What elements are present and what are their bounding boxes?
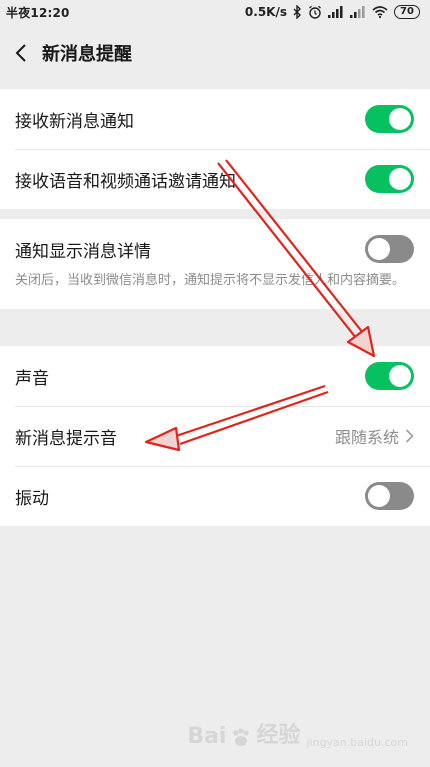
battery-indicator: 70 — [394, 5, 420, 19]
status-time: 半夜12:20 — [6, 5, 70, 20]
status-icons: 0.5K/s 70 — [245, 5, 420, 19]
show-details-toggle[interactable] — [365, 235, 414, 263]
receive-call-invite-label: 接收语音和视频通话邀请通知 — [15, 171, 236, 192]
receive-new-message-toggle[interactable] — [365, 105, 414, 133]
sound-toggle[interactable] — [365, 362, 414, 390]
receive-new-message-row: 接收新消息通知 — [0, 89, 430, 149]
receive-call-invite-toggle[interactable] — [365, 165, 414, 193]
watermark-brand: Bai — [187, 724, 227, 749]
message-tone-right: 跟随系统 — [335, 424, 414, 448]
toggle-knob — [389, 365, 411, 387]
toggle-knob — [368, 238, 390, 260]
page-title: 新消息提醒 — [42, 44, 132, 65]
wifi-icon — [372, 6, 388, 18]
watermark-brand-cn: 经验 — [256, 723, 301, 748]
back-button[interactable] — [2, 24, 40, 82]
sound-row: 声音 — [0, 346, 430, 406]
title-bar: 新消息提醒 — [0, 24, 430, 82]
paw-icon — [233, 728, 250, 746]
receive-call-invite-row: 接收语音和视频通话邀请通知 — [0, 149, 430, 209]
vibrate-toggle[interactable] — [365, 482, 414, 510]
show-details-row: 通知显示消息详情 — [0, 219, 430, 279]
toggle-knob — [389, 108, 411, 130]
sound-label: 声音 — [15, 368, 49, 389]
toggle-knob — [389, 168, 411, 190]
sound-group: 声音 新消息提示音 跟随系统 振动 — [0, 346, 430, 526]
message-tone-row[interactable]: 新消息提示音 跟随系统 — [0, 406, 430, 466]
chevron-right-icon — [405, 429, 414, 443]
network-speed: 0.5K/s — [244, 5, 287, 19]
show-details-label: 通知显示消息详情 — [15, 241, 151, 262]
vibrate-label: 振动 — [15, 488, 49, 509]
signal-icon-2 — [350, 6, 366, 18]
signal-icon — [328, 6, 344, 18]
bluetooth-icon — [293, 5, 302, 19]
receive-new-message-label: 接收新消息通知 — [15, 111, 134, 132]
details-group: 通知显示消息详情 关闭后，当收到微信消息时，通知提示将不显示发信人和内容摘要。 — [0, 219, 430, 309]
toggle-knob — [368, 485, 390, 507]
notification-group: 接收新消息通知 接收语音和视频通话邀请通知 — [0, 89, 430, 209]
watermark: Bai 经验 jingyan.baidu.com — [187, 717, 408, 749]
chevron-left-icon — [15, 44, 26, 62]
message-tone-label: 新消息提示音 — [15, 428, 117, 449]
watermark-sub: jingyan.baidu.com — [306, 736, 408, 749]
message-tone-value: 跟随系统 — [334, 428, 399, 447]
status-bar: 半夜12:20 0.5K/s 70 — [0, 0, 430, 24]
screen: 半夜12:20 0.5K/s 70 新消息提醒 接收新消息通知 接收语音和视频通… — [0, 0, 430, 767]
alarm-icon — [308, 5, 322, 19]
vibrate-row: 振动 — [0, 466, 430, 526]
